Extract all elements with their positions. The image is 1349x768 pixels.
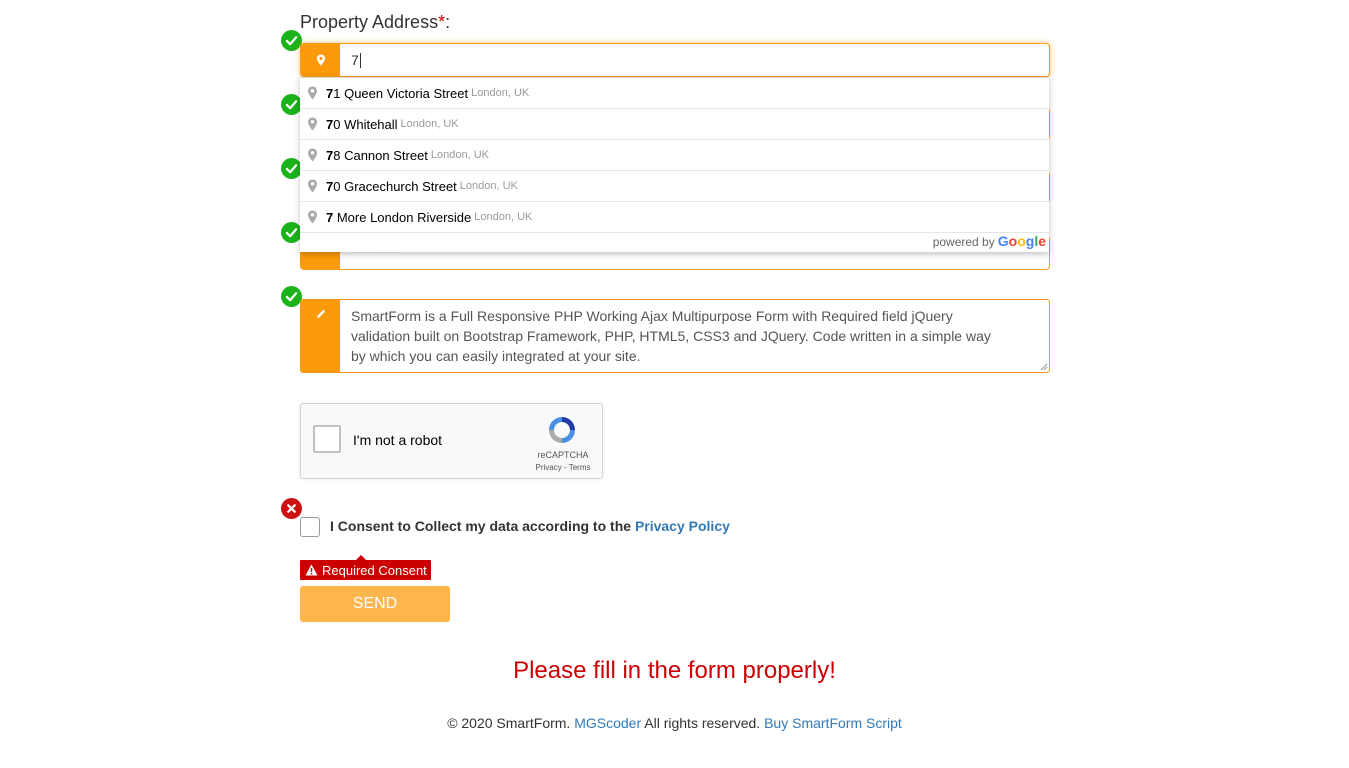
footer-author-link[interactable]: MGScoder: [574, 715, 641, 731]
remaining-text: 0 Whitehall: [333, 116, 398, 132]
autocomplete-main-text: 78 Cannon Street: [326, 148, 428, 163]
recaptcha-brand: reCAPTCHA: [537, 450, 589, 460]
privacy-policy-link[interactable]: Privacy Policy: [635, 518, 730, 534]
map-marker-icon: [316, 54, 325, 66]
google-logo-letter: o: [1017, 233, 1026, 249]
autocomplete-main-text: 70 Gracechurch Street: [326, 179, 457, 194]
powered-by-text: powered by: [932, 235, 995, 249]
google-logo: Google: [998, 233, 1046, 249]
close-icon: [281, 498, 302, 519]
remaining-text: 0 Gracechurch Street: [333, 178, 457, 194]
recaptcha-checkbox[interactable]: [313, 425, 341, 453]
google-logo-letter: e: [1038, 233, 1046, 249]
buy-script-link[interactable]: Buy SmartForm Script: [764, 715, 902, 731]
consent-error-tag: Required Consent: [300, 555, 431, 580]
label-colon: :: [445, 12, 451, 32]
autocomplete-dropdown: 71 Queen Victoria Street London, UK 70 Whi…: [300, 77, 1049, 252]
recaptcha-links[interactable]: Privacy - Terms: [533, 463, 593, 472]
autocomplete-secondary-text: London, UK: [430, 149, 490, 161]
consent-label: I Consent to Collect my data according t…: [330, 518, 730, 534]
form-error-message: Please fill in the form properly!: [513, 657, 836, 684]
typed-text: 7: [351, 52, 359, 68]
autocomplete-main-text: 7 More London Riverside: [326, 210, 471, 225]
autocomplete-main-text: 71 Queen Victoria Street: [326, 86, 468, 101]
map-pin-icon: [308, 117, 317, 131]
check-icon: [281, 94, 302, 115]
check-icon: [281, 158, 302, 179]
autocomplete-item[interactable]: 78 Cannon Street London, UK: [300, 140, 1049, 171]
powered-by-google: powered by Google: [933, 233, 1046, 249]
pencil-icon: [316, 309, 325, 318]
property-address-label: Property Address*:: [300, 12, 450, 33]
message-textarea[interactable]: SmartForm is a Full Responsive PHP Worki…: [300, 299, 1050, 373]
recaptcha-label: I'm not a robot: [353, 432, 443, 448]
autocomplete-secondary-text: London, UK: [400, 118, 459, 130]
consent-error-text: Required Consent: [322, 562, 427, 578]
map-marker-addon: [301, 44, 340, 76]
address-input-value: 7: [351, 44, 361, 76]
autocomplete-item[interactable]: 70 Whitehall London, UK: [300, 109, 1049, 140]
check-icon: [281, 286, 302, 307]
footer-copyright: © 2020 SmartForm.: [447, 715, 571, 731]
label-text: Property Address: [300, 12, 439, 32]
consent-checkbox[interactable]: [300, 517, 320, 537]
remaining-text: More London Riverside: [333, 209, 472, 225]
property-address-input[interactable]: 7: [300, 43, 1050, 77]
autocomplete-main-text: 70 Whitehall: [326, 117, 398, 132]
autocomplete-secondary-text: London, UK: [459, 180, 518, 192]
footer: © 2020 SmartForm. MGScoder All rights re…: [0, 715, 1349, 731]
consent-text: I Consent to Collect my data according t…: [330, 518, 632, 534]
map-pin-icon: [308, 210, 317, 224]
remaining-text: 8 Cannon Street: [333, 147, 428, 163]
check-icon: [281, 222, 302, 243]
check-icon: [281, 30, 302, 51]
map-pin-icon: [308, 179, 317, 193]
autocomplete-secondary-text: London, UK: [474, 211, 533, 223]
footer-rights: All rights reserved.: [644, 715, 761, 731]
autocomplete-item[interactable]: 70 Gracechurch Street London, UK: [300, 171, 1049, 202]
warning-icon: [305, 564, 318, 576]
resize-handle-icon[interactable]: [1040, 363, 1048, 371]
recaptcha-logo-icon: [549, 417, 575, 443]
google-logo-letter: o: [1008, 233, 1018, 249]
autocomplete-item[interactable]: 7 More London Riverside London, UK: [300, 202, 1049, 233]
message-text: SmartForm is a Full Responsive PHP Worki…: [351, 308, 991, 364]
google-logo-letter: G: [997, 233, 1009, 249]
pencil-addon: [301, 300, 340, 372]
map-pin-icon: [308, 148, 317, 162]
remaining-text: 1 Queen Victoria Street: [333, 85, 469, 101]
autocomplete-item[interactable]: 71 Queen Victoria Street London, UK: [300, 78, 1049, 109]
text-caret: [359, 52, 361, 68]
map-pin-icon: [308, 86, 317, 100]
autocomplete-secondary-text: London, UK: [471, 87, 530, 99]
send-button[interactable]: SEND: [300, 586, 450, 622]
recaptcha-widget: I'm not a robot reCAPTCHA Privacy - Term…: [300, 403, 603, 479]
